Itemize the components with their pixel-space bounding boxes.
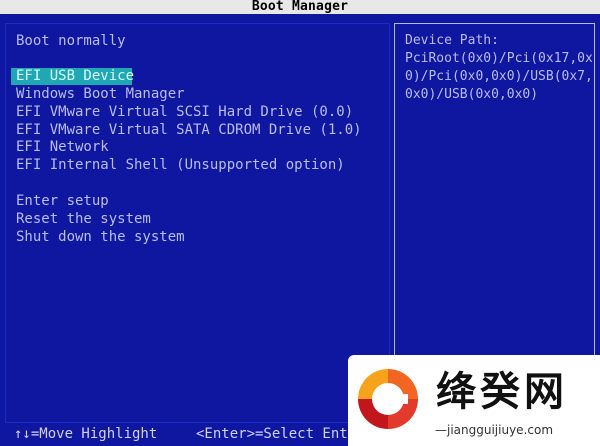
- menu-item-vmware-scsi-hard-drive[interactable]: EFI VMware Virtual SCSI Hard Drive (0.0): [15, 104, 354, 121]
- menu-item-shut-down[interactable]: Shut down the system: [15, 229, 186, 246]
- menu-item-vmware-sata-cdrom[interactable]: EFI VMware Virtual SATA CDROM Drive (1.0…: [15, 122, 363, 139]
- menu-item-reset-system[interactable]: Reset the system: [15, 211, 152, 228]
- device-path-info: Device Path: PciRoot(0x0)/Pci(0x17,0x 0)…: [405, 32, 593, 104]
- watermark: 绛癸网 —jiangguijiuye.com: [348, 355, 600, 446]
- move-highlight-hint: ↑↓=Move Highlight: [14, 426, 158, 442]
- watermark-title: 绛癸网: [436, 369, 568, 415]
- device-path-line: PciRoot(0x0)/Pci(0x17,0x: [405, 51, 593, 66]
- select-entry-hint: <Enter>=Select Entry: [196, 426, 365, 442]
- menu-item-efi-usb-device[interactable]: EFI USB Device: [11, 68, 134, 85]
- window-title: Boot Manager: [251, 0, 349, 14]
- device-path-line: 0)/Pci(0x0,0x0)/USB(0x7,: [405, 69, 593, 84]
- menu-item-boot-normally[interactable]: Boot normally: [15, 33, 127, 50]
- device-path-line: 0x0)/USB(0x0,0x0): [405, 87, 539, 102]
- menu-item-efi-network[interactable]: EFI Network: [15, 139, 110, 156]
- menu-item-efi-internal-shell[interactable]: EFI Internal Shell (Unsupported option): [15, 157, 346, 174]
- watermark-url: —jiangguijiuye.com: [435, 423, 554, 437]
- watermark-logo-icon: [356, 367, 420, 431]
- title-bar: Boot Manager: [0, 0, 600, 14]
- device-path-label: Device Path:: [405, 33, 499, 48]
- menu-item-enter-setup[interactable]: Enter setup: [15, 193, 110, 210]
- menu-item-windows-boot-manager[interactable]: Windows Boot Manager: [15, 86, 186, 103]
